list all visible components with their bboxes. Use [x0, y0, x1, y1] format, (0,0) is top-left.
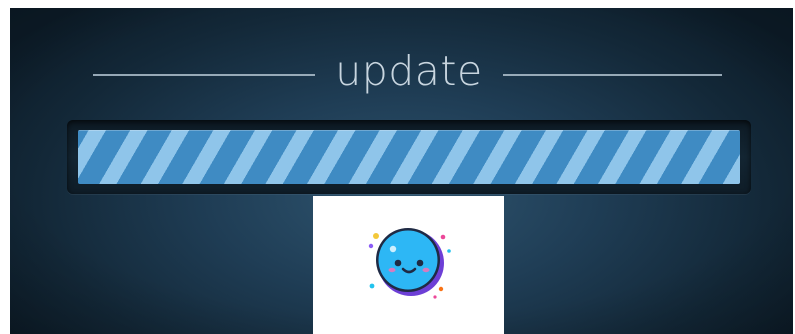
title-rule-left: [93, 74, 315, 76]
overlay-image-card: [313, 196, 504, 334]
smiley-face-icon: [365, 223, 455, 303]
progress-bar: [67, 120, 751, 194]
progress-fill: [78, 130, 740, 184]
progress-track-inner: [78, 130, 740, 184]
title-rule-right: [503, 74, 722, 76]
page-title: update: [335, 47, 483, 95]
